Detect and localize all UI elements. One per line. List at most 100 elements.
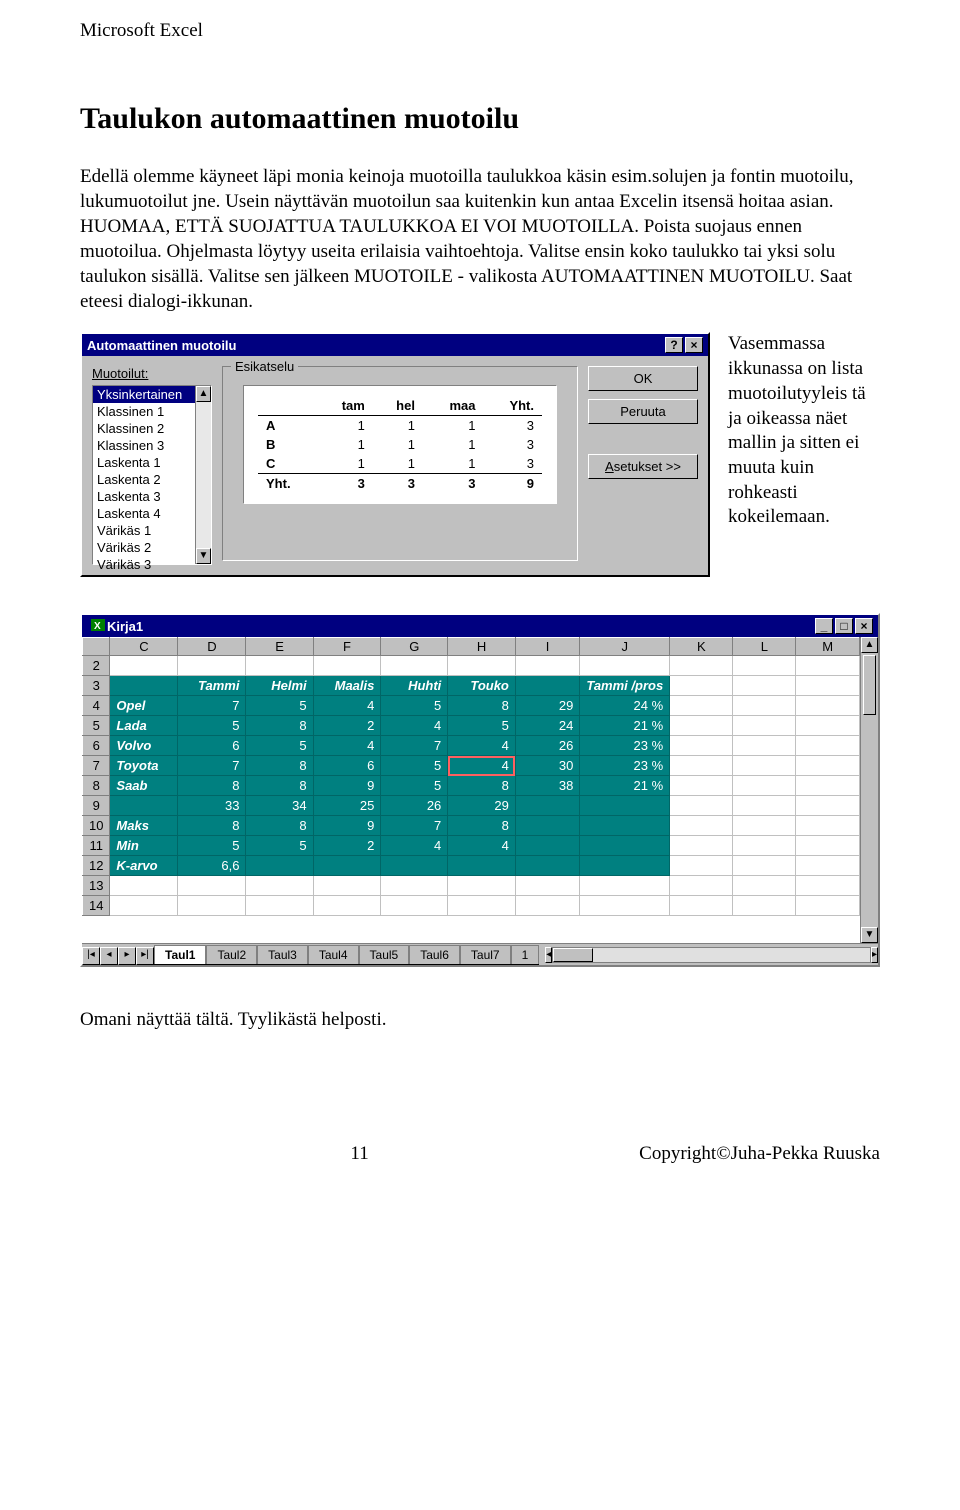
cell[interactable]: 23 % xyxy=(580,736,670,756)
cell[interactable] xyxy=(448,876,516,896)
cell[interactable] xyxy=(733,736,796,756)
scroll-down-icon[interactable]: ▼ xyxy=(196,548,211,564)
cell[interactable]: 24 % xyxy=(580,696,670,716)
scrollbar-thumb[interactable] xyxy=(863,655,876,715)
row-header[interactable]: 12 xyxy=(83,856,110,876)
sheet-tab[interactable]: Taul3 xyxy=(257,945,308,964)
cell[interactable] xyxy=(448,896,516,916)
cell[interactable]: 29 xyxy=(448,796,516,816)
row-header[interactable]: 4 xyxy=(83,696,110,716)
cell[interactable]: 5 xyxy=(246,836,313,856)
cell[interactable]: 29 xyxy=(515,696,579,716)
cell[interactable] xyxy=(381,856,448,876)
cell[interactable] xyxy=(670,776,733,796)
column-header[interactable]: D xyxy=(178,638,246,656)
format-listbox[interactable]: YksinkertainenKlassinen 1Klassinen 2Klas… xyxy=(92,385,212,565)
row-header[interactable]: 13 xyxy=(83,876,110,896)
cell[interactable]: 24 xyxy=(515,716,579,736)
cell[interactable] xyxy=(110,896,178,916)
cell[interactable]: 5 xyxy=(178,836,246,856)
cell[interactable]: 8 xyxy=(178,776,246,796)
cell[interactable]: 8 xyxy=(246,816,313,836)
list-item[interactable]: Laskenta 3 xyxy=(93,488,195,505)
cell[interactable] xyxy=(670,716,733,736)
cell[interactable]: 2 xyxy=(313,836,381,856)
cell[interactable]: 2 xyxy=(313,716,381,736)
cell[interactable]: 33 xyxy=(178,796,246,816)
cell[interactable] xyxy=(246,656,313,676)
close-icon[interactable]: × xyxy=(685,337,703,353)
cell[interactable]: 6 xyxy=(178,736,246,756)
cell[interactable]: 8 xyxy=(448,816,516,836)
column-header[interactable]: K xyxy=(670,638,733,656)
column-header[interactable]: E xyxy=(246,638,313,656)
cell[interactable] xyxy=(733,836,796,856)
list-item[interactable]: Laskenta 1 xyxy=(93,454,195,471)
cell[interactable] xyxy=(313,896,381,916)
cell[interactable]: 8 xyxy=(246,716,313,736)
cell[interactable] xyxy=(796,796,860,816)
cell[interactable] xyxy=(580,876,670,896)
cell[interactable] xyxy=(733,676,796,696)
list-item[interactable]: Laskenta 2 xyxy=(93,471,195,488)
sheet-tab[interactable]: Taul1 xyxy=(154,945,206,964)
cell[interactable] xyxy=(796,856,860,876)
tab-last-icon[interactable]: ▸| xyxy=(136,947,154,965)
cell[interactable]: Helmi xyxy=(246,676,313,696)
scroll-up-icon[interactable]: ▲ xyxy=(196,386,211,402)
cell[interactable] xyxy=(515,796,579,816)
cell[interactable]: 4 xyxy=(381,716,448,736)
cell[interactable]: 5 xyxy=(246,696,313,716)
tab-first-icon[interactable]: |◂ xyxy=(82,947,100,965)
column-header[interactable]: C xyxy=(110,638,178,656)
cell[interactable] xyxy=(515,816,579,836)
scroll-up-icon[interactable]: ▲ xyxy=(861,637,878,653)
row-header[interactable]: 14 xyxy=(83,896,110,916)
cell[interactable] xyxy=(515,836,579,856)
cell[interactable] xyxy=(733,876,796,896)
cell[interactable] xyxy=(110,876,178,896)
cell[interactable] xyxy=(733,776,796,796)
sheet-tab[interactable]: Taul2 xyxy=(206,945,257,964)
cell[interactable]: Toyota xyxy=(110,756,178,776)
cell[interactable] xyxy=(670,676,733,696)
cell[interactable] xyxy=(246,856,313,876)
row-header[interactable]: 2 xyxy=(83,656,110,676)
cell[interactable]: 4 xyxy=(448,736,516,756)
column-header[interactable]: I xyxy=(515,638,579,656)
cell[interactable]: 5 xyxy=(381,776,448,796)
column-header[interactable]: F xyxy=(313,638,381,656)
cell[interactable]: 7 xyxy=(381,816,448,836)
cell[interactable]: 4 xyxy=(313,696,381,716)
cell[interactable]: Lada xyxy=(110,716,178,736)
cell[interactable] xyxy=(670,896,733,916)
row-header[interactable]: 11 xyxy=(83,836,110,856)
cell[interactable] xyxy=(733,856,796,876)
spreadsheet-grid[interactable]: CDEFGHIJKLM23TammiHelmiMaalisHuhtiToukoT… xyxy=(82,637,860,943)
cell[interactable] xyxy=(580,896,670,916)
cell[interactable]: Saab xyxy=(110,776,178,796)
list-item[interactable]: Värikäs 3 xyxy=(93,556,195,573)
cell[interactable] xyxy=(670,836,733,856)
cell[interactable] xyxy=(178,896,246,916)
cell[interactable]: Tammi /pros xyxy=(580,676,670,696)
cell[interactable] xyxy=(515,876,579,896)
cell[interactable]: Maks xyxy=(110,816,178,836)
cell[interactable] xyxy=(670,756,733,776)
cell[interactable] xyxy=(796,716,860,736)
cell[interactable]: 4 xyxy=(313,736,381,756)
cell[interactable] xyxy=(313,856,381,876)
cell[interactable] xyxy=(580,796,670,816)
cell[interactable] xyxy=(733,696,796,716)
cell[interactable]: 4 xyxy=(448,836,516,856)
cell[interactable] xyxy=(580,656,670,676)
cell[interactable] xyxy=(448,856,516,876)
cell[interactable]: 26 xyxy=(381,796,448,816)
cell[interactable] xyxy=(670,656,733,676)
sheet-tab[interactable]: Taul6 xyxy=(409,945,460,964)
cell[interactable]: 7 xyxy=(178,756,246,776)
cell[interactable]: 6 xyxy=(313,756,381,776)
cell[interactable] xyxy=(733,756,796,776)
cell[interactable]: Opel xyxy=(110,696,178,716)
cell[interactable]: 38 xyxy=(515,776,579,796)
